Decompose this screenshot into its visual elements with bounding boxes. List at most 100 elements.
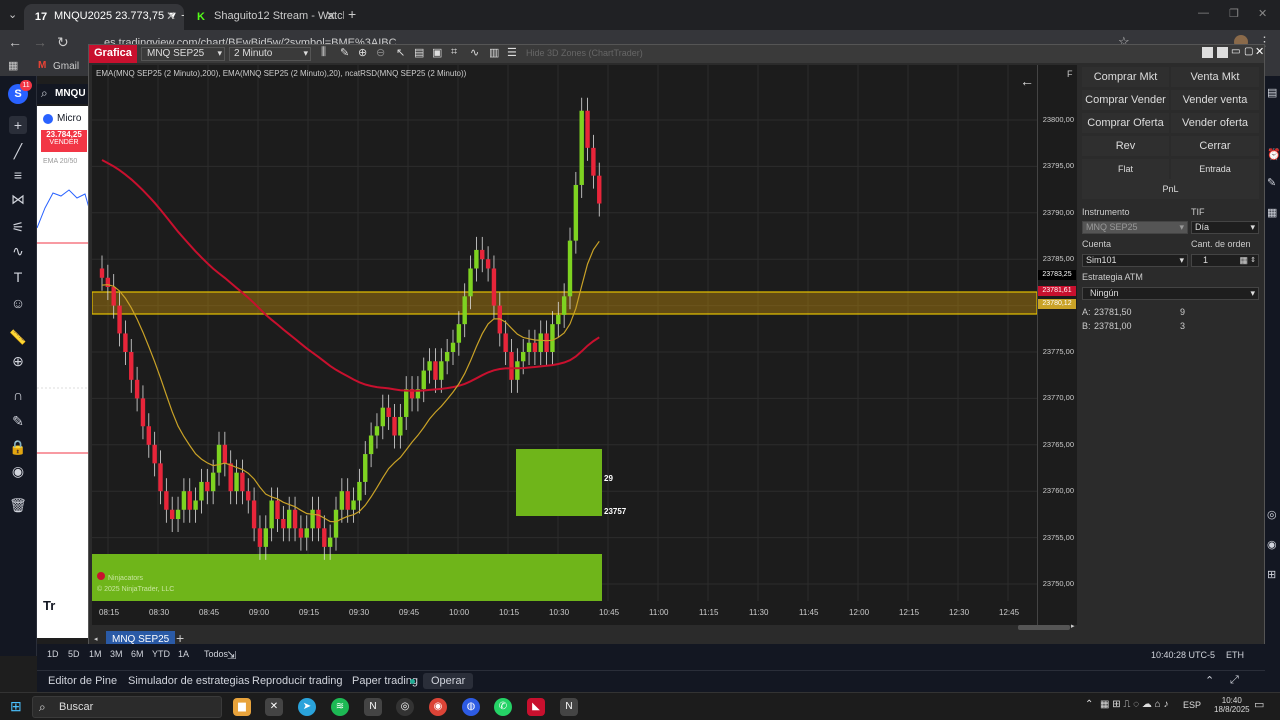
draw-icon[interactable]: ✎ — [340, 46, 349, 59]
instrument-select[interactable]: MNQ SEP25 ▾ — [141, 47, 225, 61]
telegram-icon[interactable]: ➤ — [298, 698, 316, 716]
taskbar-search[interactable]: ⌕ Buscar — [32, 696, 222, 718]
window-close-icon[interactable]: ✕ — [1258, 7, 1267, 20]
pointer-icon[interactable]: ↖ — [396, 46, 405, 59]
tab-tradingview[interactable]: 17 MNQU2025 23.773,75 ▼ −0.13% ✕ — [24, 4, 184, 30]
order-button[interactable]: Venta Mkt — [1171, 67, 1259, 87]
arrow-left-icon[interactable]: ← — [1020, 73, 1034, 89]
list-icon[interactable]: ☰ — [507, 46, 517, 59]
pencil-lock-icon[interactable]: ✎ — [9, 412, 27, 430]
bars-icon[interactable]: ⫼ — [321, 46, 326, 59]
maximize-icon[interactable]: ▢ — [1244, 46, 1253, 57]
chevron-up-icon[interactable]: ⌃ — [1205, 674, 1214, 687]
maximize-panel-icon[interactable]: ⤢ — [1230, 674, 1239, 687]
footer-replay[interactable]: Reproducir trading — [252, 675, 343, 687]
order-button[interactable]: Comprar Mkt — [1082, 67, 1169, 87]
range-button[interactable]: 5D — [68, 649, 80, 659]
qty-stepper[interactable]: 1 ▦ ⇕ — [1191, 254, 1259, 267]
minimize-icon[interactable]: — — [1198, 7, 1209, 19]
atm-select[interactable]: Ningún ▾ — [1082, 287, 1259, 300]
ninjatrader-icon[interactable]: ◣ — [527, 698, 545, 716]
magnet-icon[interactable]: ∩ — [9, 386, 27, 404]
spotify-icon[interactable]: ≋ — [331, 698, 349, 716]
range-button[interactable]: Todos — [204, 649, 228, 659]
tray-chevron-icon[interactable]: ⌃ — [1085, 699, 1093, 710]
obs-icon[interactable]: ◎ — [396, 698, 414, 716]
footer-paper-trading[interactable]: Paper trading — [352, 675, 418, 687]
notion-2-icon[interactable]: N — [560, 698, 578, 716]
new-tab-button[interactable]: + — [348, 6, 356, 22]
chat-icon[interactable]: ✎ — [1267, 176, 1276, 189]
tile-icon[interactable] — [1217, 47, 1228, 58]
order-button[interactable]: Vender venta — [1171, 90, 1259, 110]
properties-icon[interactable]: ▤ — [414, 46, 424, 59]
scroll-left-icon[interactable]: ◂ — [94, 635, 98, 643]
fib-icon[interactable]: ≡ — [9, 166, 27, 184]
footer-trade[interactable]: Operar — [423, 673, 474, 689]
back-icon[interactable]: ← — [8, 34, 22, 50]
file-explorer-icon[interactable]: ▆ — [233, 698, 251, 716]
notion-icon[interactable]: N — [364, 698, 382, 716]
prediction-icon[interactable]: ⚟ — [9, 218, 27, 236]
alerts-icon[interactable]: ⏰ — [1267, 148, 1280, 161]
strategies-icon[interactable]: ⌗ — [451, 46, 457, 59]
order-button[interactable]: Comprar Vender — [1082, 90, 1169, 110]
order-button[interactable]: Rev — [1082, 136, 1169, 156]
chrome-icon[interactable]: ◉ — [429, 698, 447, 716]
zoom-out-icon[interactable]: ⊖ — [376, 46, 385, 59]
tif-select[interactable]: Día ▾ — [1191, 221, 1259, 234]
text-icon[interactable]: T — [9, 268, 27, 286]
tab-kick[interactable]: K Shaguito12 Stream - Watch Liv ✕ — [184, 4, 344, 30]
pattern-icon[interactable]: ⋈ — [9, 190, 27, 208]
trash-icon[interactable]: 🗑 — [9, 496, 27, 514]
range-button[interactable]: 1A — [178, 649, 189, 659]
reload-icon[interactable]: ↻ — [57, 34, 69, 51]
order-button[interactable]: Cerrar — [1171, 136, 1259, 156]
close-icon[interactable]: ✕ — [326, 9, 336, 23]
scroll-right-icon[interactable]: ▸ — [1071, 622, 1075, 630]
range-button[interactable]: 1M — [89, 649, 102, 659]
search-icon[interactable]: ⌕ — [41, 86, 48, 101]
ruler-icon[interactable]: 📏 — [9, 328, 27, 346]
account-select[interactable]: Sim101 ▾ — [1082, 254, 1188, 267]
whatsapp-icon[interactable]: ✆ — [494, 698, 512, 716]
help-icon[interactable]: ◎ — [1267, 508, 1277, 521]
forward-icon[interactable]: → — [33, 34, 47, 50]
windows-start-icon[interactable]: ⊞ — [10, 698, 22, 715]
emoji-icon[interactable]: ☺ — [9, 294, 27, 312]
calculator-icon[interactable]: ▦ — [1239, 255, 1248, 266]
eye-icon[interactable]: ◉ — [9, 462, 27, 480]
horizontal-scrollbar[interactable] — [1018, 625, 1070, 630]
session-mode[interactable]: ETH — [1226, 650, 1244, 660]
apps-icon[interactable]: ⊞ — [1267, 568, 1276, 581]
brush-icon[interactable]: ∿ — [9, 242, 27, 260]
order-button[interactable]: Comprar Oferta — [1082, 113, 1169, 133]
price-chart[interactable]: EMA(MNQ SEP25 (2 Minuto),200), EMA(MNQ S… — [92, 65, 1037, 625]
watchlist-icon[interactable]: ▤ — [1267, 86, 1277, 99]
calendar-icon[interactable]: ▦ — [1267, 206, 1277, 219]
close-icon[interactable]: ✕ — [166, 9, 176, 23]
symbol-badge[interactable]: MNQU — [55, 88, 86, 99]
indicators-icon[interactable]: ∿ — [470, 46, 479, 59]
time-axis[interactable]: 08:15 08:30 08:45 09:00 09:15 09:30 09:45 10:00… — [92, 603, 1037, 625]
xbox-icon[interactable]: ✕ — [265, 698, 283, 716]
tab-search-icon[interactable]: ⌄ — [8, 8, 17, 21]
range-button[interactable]: YTD — [152, 649, 170, 659]
calendar-icon[interactable]: ⇲ — [227, 649, 236, 662]
notifications-icon[interactable]: ▭ — [1254, 698, 1264, 711]
maximize-icon[interactable]: ❐ — [1229, 7, 1239, 20]
zoom-icon[interactable]: ⊕ — [9, 352, 27, 370]
footer-pine-editor[interactable]: Editor de Pine — [48, 675, 117, 687]
range-button[interactable]: 1D — [47, 649, 59, 659]
layers-icon[interactable]: ◉ — [1267, 538, 1277, 551]
apps-icon[interactable]: ▦ — [8, 59, 18, 72]
sell-price-box[interactable]: 23.784,25 VENDER — [41, 130, 87, 152]
order-button[interactable]: Vender oferta — [1171, 113, 1259, 133]
zoom-app-icon[interactable]: ◍ — [462, 698, 480, 716]
bookmark-gmail[interactable]: Gmail — [53, 61, 79, 72]
chart-trader-icon[interactable]: ▥ — [489, 46, 499, 59]
instrument-field[interactable]: MNQ SEP25 ▾ — [1082, 221, 1188, 234]
range-button[interactable]: 3M — [110, 649, 123, 659]
tray-icons[interactable]: ▦ ⊞ ⎍ ◌ ☁ ⌂ ♪ — [1100, 699, 1168, 710]
price-axis[interactable]: F 23800,00 23795,00 23790,00 23785,00 23775,… — [1037, 65, 1077, 625]
